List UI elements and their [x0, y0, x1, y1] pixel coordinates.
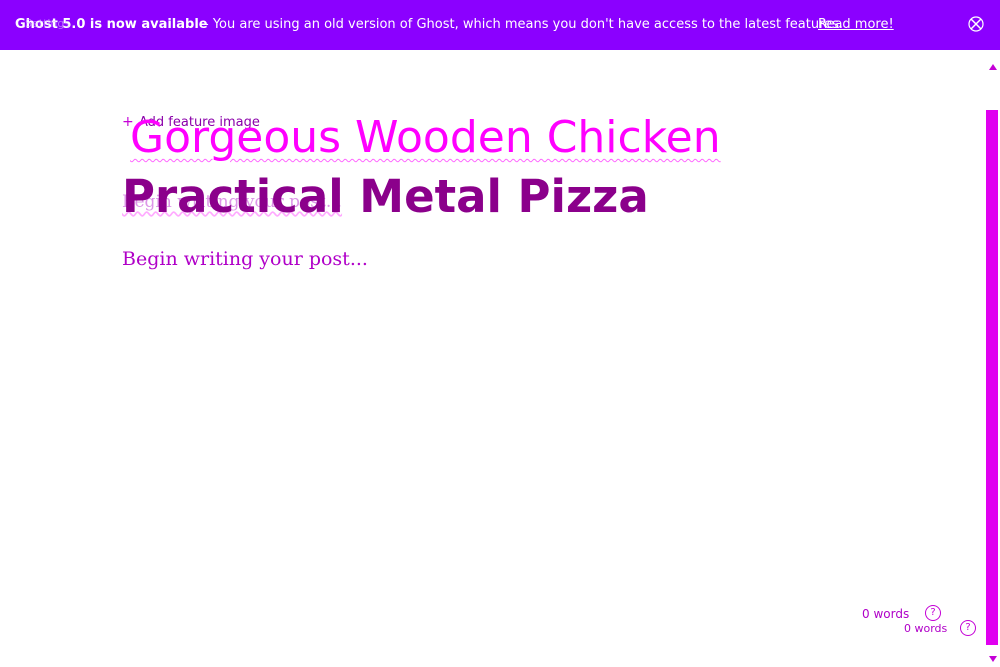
scroll-down-arrow-icon[interactable] — [988, 648, 998, 662]
word-count: 0 words — [862, 607, 910, 621]
banner-overlay-text: Settings — [25, 17, 71, 30]
help-icon[interactable]: ? — [925, 605, 941, 621]
read-more-link[interactable]: Read more! — [818, 17, 894, 32]
scroll-up-arrow-icon[interactable] — [988, 56, 998, 70]
post-title-input[interactable]: Practical Metal Pizza — [122, 170, 649, 223]
post-body-editor[interactable]: Begin writing your post... — [122, 248, 368, 270]
close-icon[interactable] — [966, 14, 986, 34]
ghost-title-text: Gorgeous Wooden Chicken — [130, 112, 721, 163]
scrollbar-thumb[interactable] — [986, 110, 998, 645]
word-count-secondary: 0 words — [904, 622, 948, 635]
banner-message: - You are using an old version of Ghost,… — [204, 17, 844, 32]
update-banner: Ghost 5.0 is now available Settings - Yo… — [0, 0, 1000, 50]
help-icon-secondary[interactable]: ? — [960, 620, 976, 636]
